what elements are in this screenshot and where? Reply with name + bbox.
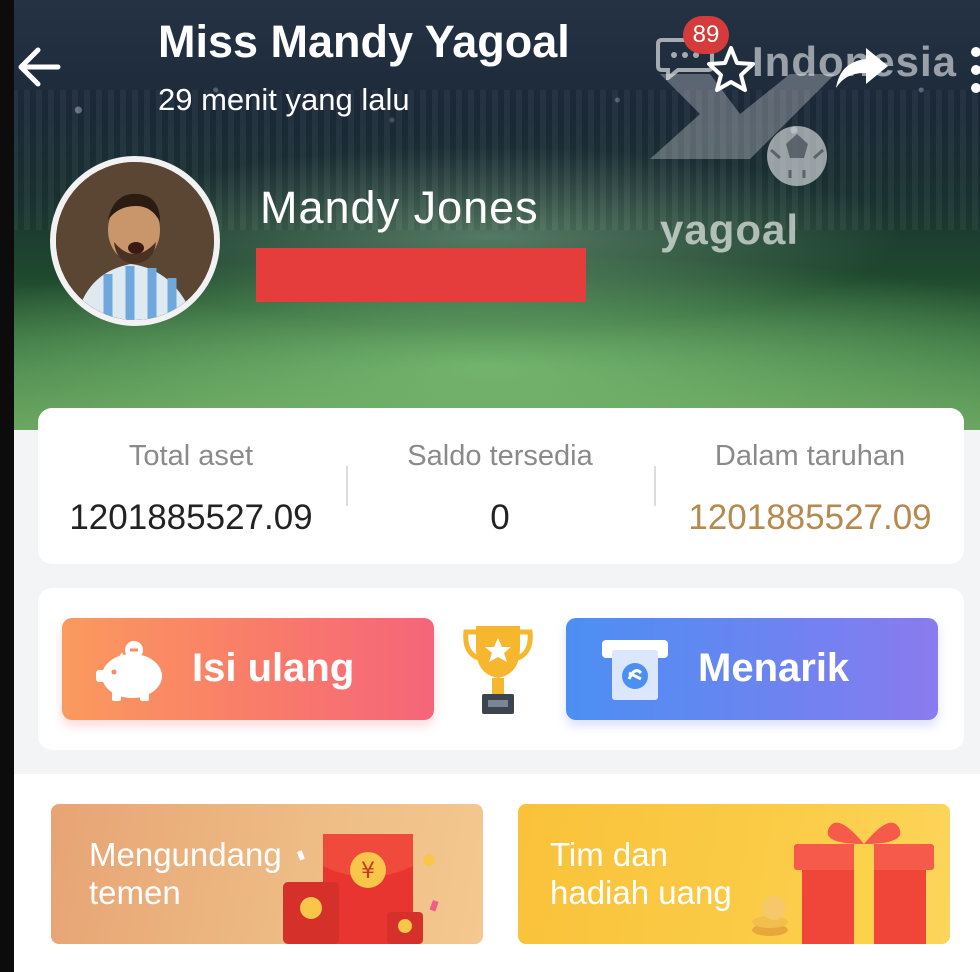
- redacted-user-id: [256, 248, 586, 302]
- svg-text:¥: ¥: [361, 859, 375, 884]
- trophy-icon: [462, 622, 534, 718]
- topup-label: Isi ulang: [192, 646, 355, 690]
- atm-withdraw-icon: [602, 640, 668, 700]
- share-icon: [836, 48, 888, 88]
- screen-edge: [0, 0, 14, 972]
- withdraw-button[interactable]: Menarik: [566, 618, 938, 720]
- avatar[interactable]: [50, 156, 220, 326]
- task-rewards-banner[interactable]: Tim dan hadiah uang: [518, 804, 950, 944]
- player-photo: [56, 162, 214, 320]
- profile-name: Mandy Jones: [260, 182, 539, 233]
- asset-in-bets-value: 1201885527.09: [688, 498, 932, 537]
- task-banner-line2: hadiah uang: [550, 874, 732, 911]
- asset-total-value: 1201885527.09: [69, 498, 313, 537]
- gift-box-icon: [752, 822, 934, 944]
- withdraw-label: Menarik: [698, 646, 850, 690]
- page-subtitle: 29 menit yang lalu: [158, 82, 410, 117]
- share-button[interactable]: [832, 44, 892, 90]
- task-banner-text: Tim dan hadiah uang: [550, 836, 732, 912]
- asset-in-bets[interactable]: Dalam taruhan 1201885527.09: [656, 408, 964, 564]
- assets-card: Total aset 1201885527.09 Saldo tersedia …: [38, 408, 964, 564]
- asset-available-label: Saldo tersedia: [407, 440, 593, 472]
- chat-count-badge: 89: [683, 16, 729, 54]
- more-vertical-icon: [971, 47, 980, 93]
- more-options-button[interactable]: [966, 40, 980, 100]
- back-arrow-icon: [18, 47, 61, 87]
- yagoal-logo-text: yagoal: [660, 206, 800, 253]
- invite-banner-line1: Mengundang: [89, 836, 282, 873]
- piggy-bank-icon: [96, 641, 162, 701]
- asset-in-bets-label: Dalam taruhan: [714, 440, 906, 472]
- topup-button[interactable]: Isi ulang: [62, 618, 434, 720]
- invite-banner-line2: temen: [89, 874, 181, 911]
- asset-available[interactable]: Saldo tersedia 0: [348, 408, 652, 564]
- red-envelope-icon: ¥: [283, 834, 439, 944]
- action-card: Isi ulang Menarik: [38, 588, 964, 750]
- asset-total-label: Total aset: [128, 440, 254, 472]
- invite-banner-text: Mengundang temen: [89, 836, 282, 912]
- back-button[interactable]: [14, 42, 64, 92]
- page-title: Miss Mandy Yagoal: [158, 16, 570, 67]
- promo-section: Mengundang temen ¥ Tim dan hadiah uang: [14, 774, 980, 972]
- asset-total[interactable]: Total aset 1201885527.09: [38, 408, 344, 564]
- invite-friends-banner[interactable]: Mengundang temen ¥: [51, 804, 483, 944]
- task-banner-line1: Tim dan: [550, 836, 668, 873]
- asset-available-value: 0: [490, 498, 510, 537]
